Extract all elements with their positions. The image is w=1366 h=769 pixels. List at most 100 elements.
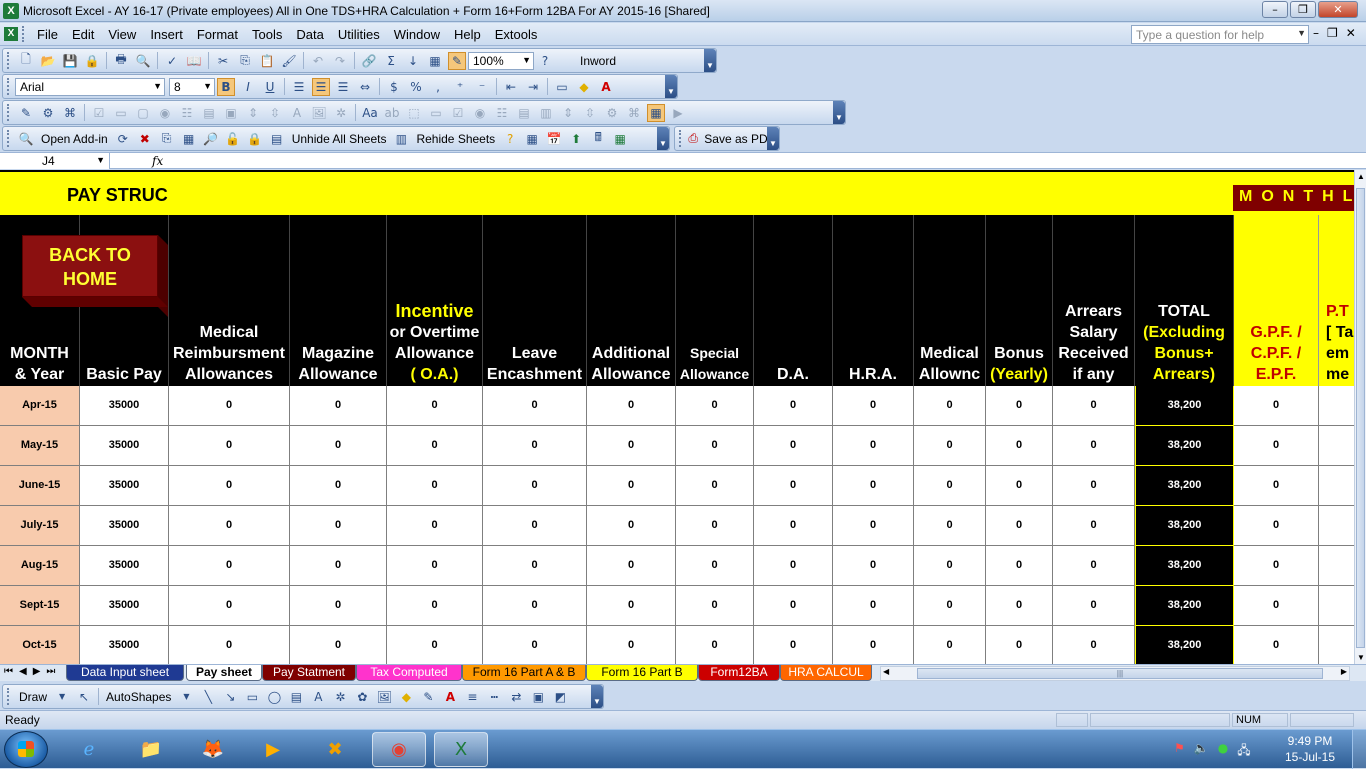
header-medical-allowance[interactable]: Medical Allownc (914, 215, 986, 386)
cell-month[interactable]: June-15 (0, 466, 80, 506)
research-icon[interactable]: 📖 (185, 52, 203, 70)
print-icon[interactable]: 🖶 (112, 52, 130, 70)
increase-decimal-icon[interactable]: ⁺ (451, 78, 469, 96)
prev-sheet-icon[interactable]: ◀ (19, 666, 27, 677)
scroll-up-icon[interactable]: ▲ (1357, 172, 1365, 181)
paste-icon[interactable]: 📋 (258, 52, 276, 70)
listbox-control-icon[interactable]: ☷ (178, 104, 196, 122)
excel-taskbar-icon[interactable]: X (434, 732, 488, 767)
control-properties-icon[interactable]: ⚙ (603, 104, 621, 122)
cell-additional[interactable]: 0 (587, 546, 676, 586)
percent-icon[interactable]: % (407, 78, 425, 96)
cell-gpf[interactable]: 0 (1234, 426, 1319, 466)
print-preview-icon[interactable]: 🔍 (134, 52, 152, 70)
first-sheet-icon[interactable]: ⏮ (4, 666, 13, 677)
sheet-tab[interactable]: Form 16 Part B (586, 665, 698, 681)
header-bonus[interactable]: Bonus (Yearly) (986, 215, 1053, 386)
cell-basic[interactable]: 35000 (80, 466, 169, 506)
cell-medical-allow[interactable]: 0 (914, 586, 986, 626)
scrollbar-control-icon[interactable]: ⇳ (266, 104, 284, 122)
option-button-icon[interactable]: ◉ (471, 104, 489, 122)
run-dialog-icon[interactable]: ▶ (669, 104, 687, 122)
cell-magazine[interactable]: 0 (290, 626, 387, 664)
cell-hra[interactable]: 0 (833, 426, 914, 466)
sheet-tab[interactable]: Pay Statment (262, 665, 356, 681)
header-total[interactable]: TOTAL (Excluding Bonus+ Arrears) (1135, 215, 1234, 386)
toolbar-grip[interactable] (7, 688, 11, 705)
cell-da[interactable]: 0 (754, 466, 833, 506)
cut-icon[interactable]: ✂ (214, 52, 232, 70)
menu-data[interactable]: Data (289, 27, 330, 42)
copy-sheet-icon[interactable]: ⎘ (158, 130, 176, 148)
header-hra[interactable]: H.R.A. (833, 215, 914, 386)
cell-bonus[interactable]: 0 (986, 626, 1053, 664)
delete-sheet-icon[interactable]: ✖ (136, 130, 154, 148)
toolbar-options-icon[interactable]: ▼ (665, 75, 677, 98)
grid-icon[interactable]: ▦ (180, 130, 198, 148)
cell-incentive[interactable]: 0 (387, 426, 483, 466)
cell-hra[interactable]: 0 (833, 626, 914, 664)
cell-additional[interactable]: 0 (587, 426, 676, 466)
menu-help[interactable]: Help (447, 27, 488, 42)
scroll-left-icon[interactable]: ◀ (883, 667, 889, 676)
chevron-down-icon[interactable]: ▼ (177, 688, 195, 706)
font-size-select[interactable]: 8 ▼ (169, 77, 215, 96)
file-explorer-icon[interactable]: 📁 (124, 732, 178, 767)
autosum-icon[interactable]: Σ (382, 52, 400, 70)
minimize-button[interactable]: – (1262, 1, 1288, 18)
toolbar-options-icon[interactable]: ▼ (591, 685, 603, 708)
cell-magazine[interactable]: 0 (290, 506, 387, 546)
vertical-scroll-thumb[interactable] (1356, 188, 1365, 648)
toolbar-grip[interactable] (679, 130, 682, 147)
header-gpf[interactable]: G.P.F. / C.P.F. / E.P.F. (1234, 215, 1319, 386)
toolbar-grip[interactable] (7, 78, 11, 95)
cell-medical-reimb[interactable]: 0 (169, 626, 290, 664)
sheet-tab[interactable]: Form 16 Part A & B (462, 665, 586, 681)
cell-bonus[interactable]: 0 (986, 466, 1053, 506)
cell-bonus[interactable]: 0 (986, 386, 1053, 426)
horizontal-scroll-thumb[interactable]: ||| (917, 668, 1323, 679)
button-icon[interactable]: ▭ (427, 104, 445, 122)
cell-month[interactable]: July-15 (0, 506, 80, 546)
format-painter-icon[interactable]: 🖌 (280, 52, 298, 70)
cell-magazine[interactable]: 0 (290, 466, 387, 506)
name-box[interactable]: J4 ▼ (0, 153, 110, 169)
toolbar-grip[interactable] (7, 130, 11, 147)
shadow-icon[interactable]: ▣ (529, 688, 547, 706)
cell-medical-allow[interactable]: 0 (914, 386, 986, 426)
start-button[interactable] (4, 731, 48, 768)
cell-gpf[interactable]: 0 (1234, 586, 1319, 626)
save-icon[interactable]: 💾 (61, 52, 79, 70)
sheet-tab[interactable]: Pay sheet (186, 665, 262, 681)
cell-month[interactable]: May-15 (0, 426, 80, 466)
cell-magazine[interactable]: 0 (290, 426, 387, 466)
cell-pt[interactable] (1319, 426, 1354, 466)
cell-da[interactable]: 0 (754, 546, 833, 586)
internet-explorer-icon[interactable]: ℯ (62, 732, 116, 767)
hyperlink-icon[interactable]: 🔗 (360, 52, 378, 70)
header-da[interactable]: D.A. (754, 215, 833, 386)
cell-leave[interactable]: 0 (483, 626, 587, 664)
cell-medical-allow[interactable]: 0 (914, 466, 986, 506)
clock[interactable]: 9:49 PM 15-Jul-15 (1280, 733, 1340, 765)
cell-magazine[interactable]: 0 (290, 586, 387, 626)
sheet-tab[interactable]: Data Input sheet (66, 665, 184, 681)
header-medical-reimbursement[interactable]: Medical Reimbursment Allowances (169, 215, 290, 386)
combobox-control-icon[interactable]: ▤ (200, 104, 218, 122)
cell-month[interactable]: Oct-15 (0, 626, 80, 664)
cell-leave[interactable]: 0 (483, 466, 587, 506)
cell-bonus[interactable]: 0 (986, 506, 1053, 546)
redo-icon[interactable]: ↷ (331, 52, 349, 70)
menu-file[interactable]: File (30, 27, 65, 42)
design-mode-icon[interactable]: ✎ (17, 104, 35, 122)
cell-arrears[interactable]: 0 (1053, 546, 1135, 586)
decrease-indent-icon[interactable]: ⇤ (502, 78, 520, 96)
label-control-icon[interactable]: A (288, 104, 306, 122)
spin-control-icon[interactable]: ⇕ (244, 104, 262, 122)
menu-window[interactable]: Window (387, 27, 447, 42)
cell-basic[interactable]: 35000 (80, 506, 169, 546)
cell-medical-reimb[interactable]: 0 (169, 426, 290, 466)
combo-box-icon[interactable]: ▤ (515, 104, 533, 122)
cell-incentive[interactable]: 0 (387, 386, 483, 426)
underline-icon[interactable]: U (261, 78, 279, 96)
